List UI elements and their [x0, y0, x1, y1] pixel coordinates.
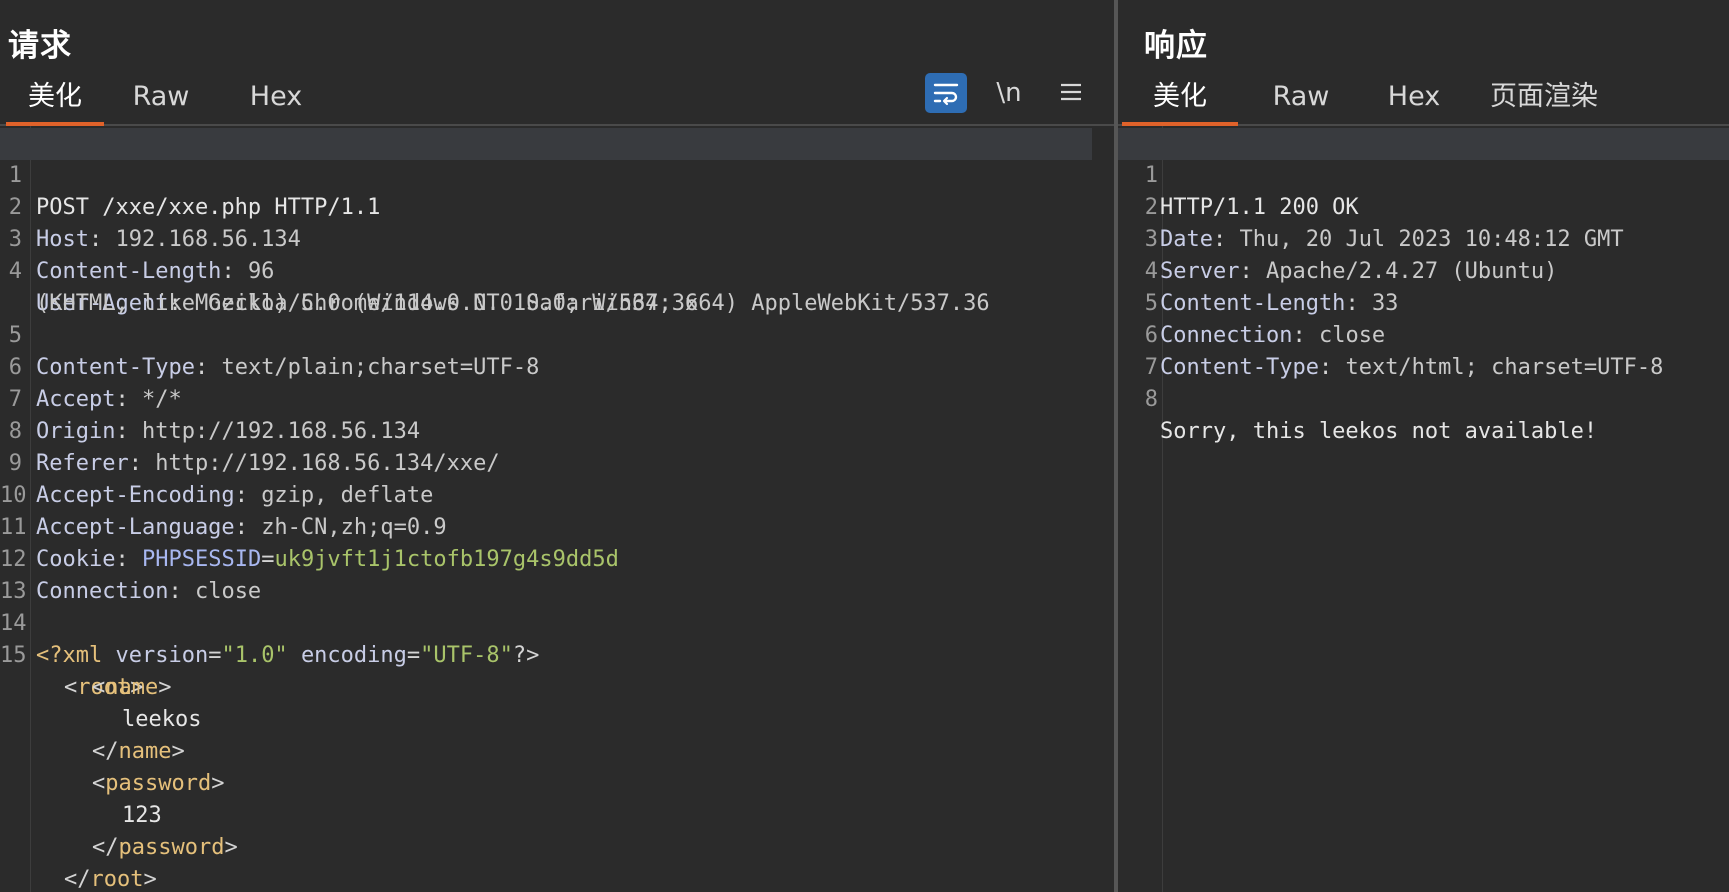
- tab-response-raw[interactable]: Raw: [1264, 76, 1338, 122]
- code-line: 12 Connection: close: [0, 547, 262, 604]
- code-line: 9 Accept-Encoding: gzip, deflate: [8, 451, 434, 508]
- response-pane: 响应 美化 Raw Hex 页面渲染 1 HTTP/1.1 200 OK 2 D…: [1118, 0, 1729, 892]
- code-line: 4 User-Agent: Mozilla/5.0 (Windows NT 10…: [8, 259, 990, 316]
- code-line-xml-decl: 14 <?xml version="1.0" encoding="UTF-8"?…: [0, 611, 540, 668]
- tab-request-pretty[interactable]: 美化: [6, 76, 104, 126]
- code-line: 3 Server: Apache/2.4.27 (Ubuntu): [1144, 227, 1558, 284]
- code-line: 7: [1144, 355, 1158, 380]
- code-line-xml: <name>: [92, 675, 172, 700]
- code-line-xml: </name>: [92, 739, 185, 764]
- code-line-xml: leekos: [0, 672, 201, 732]
- cookie-value: uk9jvft1j1ctofb197g4s9dd5d: [274, 547, 619, 572]
- code-line: 6 Accept: */*: [8, 355, 182, 412]
- code-line-xml: 15 <root>: [0, 643, 144, 700]
- xml-password-value: 123: [122, 803, 162, 828]
- code-line: 7 Origin: http://192.168.56.134: [8, 387, 421, 444]
- code-line-xml: </password>: [92, 835, 238, 860]
- tab-response-pretty[interactable]: 美化: [1122, 76, 1238, 126]
- wrap-icon: [933, 83, 959, 106]
- request-menu-button[interactable]: [1050, 73, 1092, 113]
- request-pane: 请求 美化 Raw Hex \n 1 POST /xxe/xxe.php HTT…: [0, 0, 1114, 892]
- code-line: 4 Content-Length: 33: [1144, 259, 1399, 316]
- code-line: 8 Referer: http://192.168.56.134/xxe/: [8, 419, 500, 476]
- code-line-wrapped: (KHTML, like Gecko) Chrome/114.0.0.0 Saf…: [36, 291, 699, 316]
- newline-toggle-button[interactable]: \n: [988, 73, 1030, 113]
- wrap-lines-button[interactable]: [925, 73, 967, 113]
- request-editor[interactable]: 1 POST /xxe/xxe.php HTTP/1.1 2 Host: 192…: [0, 126, 1114, 892]
- cookie-name: PHPSESSID: [141, 547, 262, 572]
- code-line: 5 Connection: close: [1144, 291, 1386, 348]
- response-body: Sorry, this leekos not available!: [1160, 419, 1598, 444]
- response-title: 响应: [1144, 28, 1208, 64]
- request-title: 请求: [8, 28, 72, 64]
- code-line: 6 Content-Type: text/html; charset=UTF-8: [1144, 323, 1664, 380]
- code-line-xml: <password>: [92, 771, 225, 796]
- code-line-xml: </root>: [64, 867, 157, 892]
- code-line: 2 Host: 192.168.56.134: [8, 195, 301, 252]
- tab-response-hex[interactable]: Hex: [1378, 76, 1450, 122]
- code-line: 2 Date: Thu, 20 Jul 2023 10:48:12 GMT: [1144, 195, 1624, 252]
- menu-icon: [1061, 83, 1081, 101]
- code-line: 3 Content-Length: 96: [8, 227, 275, 284]
- code-line: 1 HTTP/1.1 200 OK: [1118, 128, 1729, 220]
- code-line: 5 Content-Type: text/plain;charset=UTF-8: [8, 323, 540, 380]
- response-editor[interactable]: 1 HTTP/1.1 200 OK 2 Date: Thu, 20 Jul 20…: [1118, 126, 1729, 892]
- code-line-cookie: 11 Cookie: PHPSESSID=uk9jvft1j1ctofb197g…: [0, 515, 619, 572]
- code-line-body: 8 Sorry, this leekos not available!: [1118, 352, 1597, 444]
- tab-request-raw[interactable]: Raw: [124, 76, 198, 122]
- tab-request-hex[interactable]: Hex: [240, 76, 312, 122]
- http-viewer: 请求 美化 Raw Hex \n 1 POST /xxe/xxe.php HTT…: [0, 0, 1729, 892]
- code-line-xml: 123: [0, 768, 162, 828]
- xml-name-value: leekos: [122, 707, 202, 732]
- code-line: 13: [0, 579, 27, 604]
- tab-response-render[interactable]: 页面渲染: [1484, 76, 1604, 122]
- code-line: 10 Accept-Language: zh-CN,zh;q=0.9: [0, 483, 447, 540]
- response-tabs: 美化 Raw Hex 页面渲染: [1118, 76, 1729, 126]
- code-line: 1 POST /xxe/xxe.php HTTP/1.1: [0, 128, 1092, 220]
